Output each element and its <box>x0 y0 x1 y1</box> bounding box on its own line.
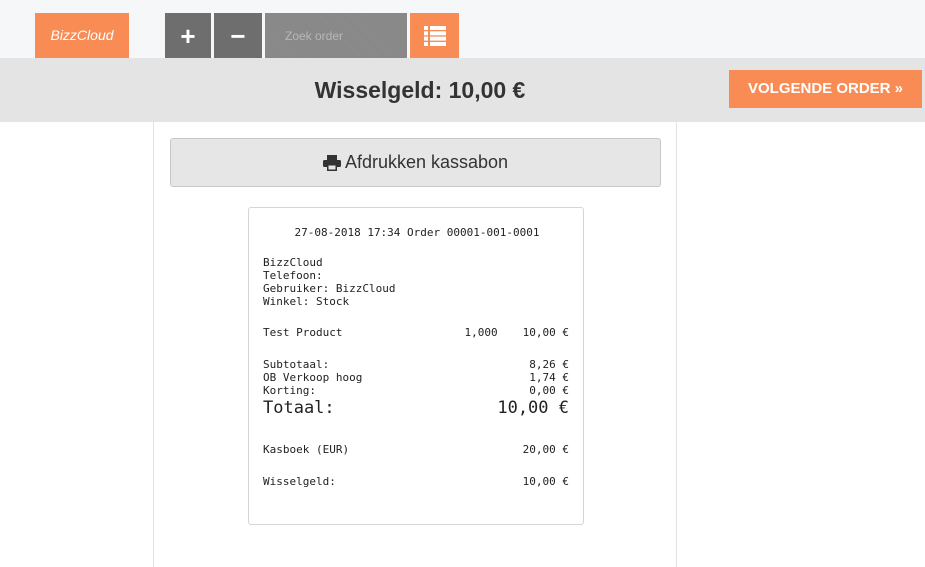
receipt-phone: Telefoon: <box>263 269 323 282</box>
brand-logo[interactable]: BizzCloud <box>35 13 129 58</box>
change-header: Wisselgeld: 10,00 € VOLGENDE ORDER » <box>0 58 925 122</box>
receipt-company: BizzCloud <box>263 256 323 269</box>
receipt-header: 27-08-2018 17:34 Order 00001-001-0001 <box>294 226 540 239</box>
total-row: Totaal: 10,00 € <box>263 398 569 418</box>
total-value: 10,00 € <box>497 398 569 418</box>
discount-label: Korting: <box>263 384 316 397</box>
plus-icon: + <box>180 20 196 51</box>
cashbook-row: Kasboek (EUR) 20,00 € <box>263 443 569 456</box>
minus-icon: − <box>230 20 246 51</box>
next-order-button[interactable]: VOLGENDE ORDER » <box>729 70 922 108</box>
item-qty: 1,000 <box>464 326 498 339</box>
search-order-input[interactable] <box>265 13 407 58</box>
add-order-button[interactable]: + <box>165 13 211 58</box>
change-value: 10,00 € <box>522 475 569 488</box>
item-name: Test Product <box>263 326 343 339</box>
receipt-user: Gebruiker: BizzCloud <box>263 282 396 295</box>
receipt-preview: 27-08-2018 17:34 Order 00001-001-0001 Bi… <box>248 207 584 525</box>
printer-icon <box>322 154 341 171</box>
order-list-button[interactable] <box>410 13 459 58</box>
total-label: Totaal: <box>263 398 335 418</box>
vat-value: 1,74 € <box>529 371 569 384</box>
subtotal-label: Subtotaal: <box>263 358 330 371</box>
receipt-item-row: Test Product 1,000 10,00 € <box>263 326 569 339</box>
cashbook-label: Kasboek (EUR) <box>263 443 350 456</box>
discount-value: 0,00 € <box>529 384 569 397</box>
vat-label: OB Verkoop hoog <box>263 371 363 384</box>
change-label: Wisselgeld: <box>263 475 336 488</box>
list-icon <box>423 25 446 46</box>
print-receipt-label: Afdrukken kassabon <box>344 152 509 172</box>
print-receipt-button[interactable]: Afdrukken kassabon <box>170 138 661 187</box>
remove-order-button[interactable]: − <box>214 13 262 58</box>
item-price: 10,00 € <box>522 326 569 339</box>
vat-row: OB Verkoop hoog 1,74 € <box>263 371 569 384</box>
subtotal-row: Subtotaal: 8,26 € <box>263 358 569 371</box>
change-amount-title: Wisselgeld: 10,00 € <box>314 77 526 103</box>
subtotal-value: 8,26 € <box>529 358 569 371</box>
receipt-panel: Afdrukken kassabon 27-08-2018 17:34 Orde… <box>153 122 677 567</box>
top-toolbar: BizzCloud + − <box>0 0 925 58</box>
receipt-store: Winkel: Stock <box>263 295 350 308</box>
cashbook-value: 20,00 € <box>522 443 569 456</box>
discount-row: Korting: 0,00 € <box>263 384 569 397</box>
change-row: Wisselgeld: 10,00 € <box>263 475 569 488</box>
